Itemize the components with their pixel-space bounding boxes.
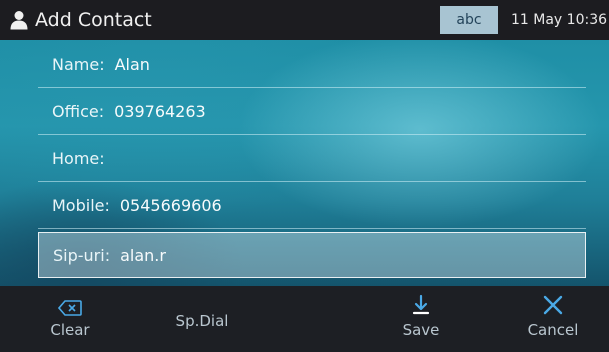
mobile-field[interactable]: Mobile: 0545669606: [38, 182, 586, 229]
field-value[interactable]: 039764263: [114, 102, 206, 121]
person-icon: [10, 10, 28, 30]
field-label: Home:: [52, 148, 105, 168]
field-label: Name:: [52, 54, 105, 74]
softkey-label: Clear: [50, 321, 90, 339]
field-value[interactable]: 0545669606: [120, 196, 222, 215]
save-button[interactable]: Save: [366, 286, 476, 352]
softkey-label: Save: [402, 321, 440, 339]
cancel-button[interactable]: Cancel: [498, 286, 608, 352]
softkey-label: Cancel: [527, 321, 579, 339]
clear-button[interactable]: Clear: [15, 286, 125, 352]
field-value[interactable]: Alan: [115, 55, 150, 74]
field-label: Sip-uri:: [53, 245, 111, 265]
field-label: Mobile:: [52, 195, 110, 215]
backspace-icon: [58, 286, 82, 316]
clock: 11 May 10:36: [511, 12, 608, 28]
name-field[interactable]: Name: Alan: [38, 41, 586, 88]
contact-form: Name: Alan Office: 039764263 Home: Mobil…: [0, 40, 609, 286]
sip-uri-field[interactable]: Sip-uri: alan.r: [38, 232, 586, 278]
save-arrow-icon: [410, 286, 432, 316]
close-icon: [542, 286, 564, 316]
field-label: Office:: [52, 101, 105, 121]
home-field[interactable]: Home:: [38, 135, 586, 182]
page-title: Add Contact: [35, 9, 152, 31]
field-value[interactable]: alan.r: [120, 246, 166, 265]
softkey-bar: Clear Sp.Dial Save Cancel: [0, 286, 609, 352]
speed-dial-button[interactable]: Sp.Dial: [147, 286, 257, 352]
title-bar: Add Contact abc 11 May 10:36: [0, 0, 609, 40]
softkey-label: Sp.Dial: [175, 312, 229, 330]
office-field[interactable]: Office: 039764263: [38, 88, 586, 135]
phone-screen: Add Contact abc 11 May 10:36 Name: Alan …: [0, 0, 609, 352]
input-mode-badge[interactable]: abc: [440, 6, 498, 34]
